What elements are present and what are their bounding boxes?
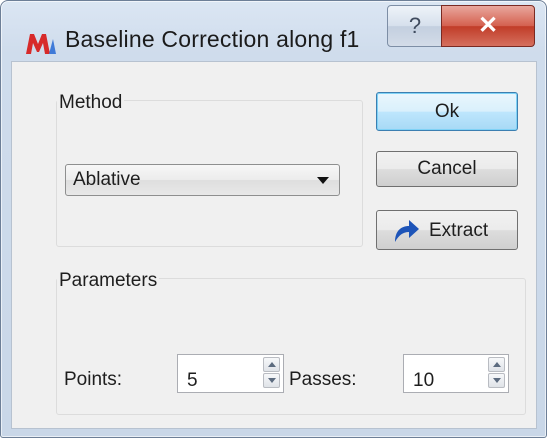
title-bar[interactable]: Baseline Correction along f1 ? ✕ — [1, 1, 546, 59]
points-decrement-button[interactable] — [263, 373, 280, 388]
dialog-body: Method Ablative Ok Cancel Extract Parame… — [11, 61, 537, 429]
spin-down-icon — [493, 378, 501, 383]
curved-arrow-icon — [395, 220, 419, 242]
method-dropdown-value: Ablative — [73, 169, 141, 190]
help-icon: ? — [408, 13, 422, 38]
parameters-group — [56, 278, 526, 415]
passes-decrement-button[interactable] — [488, 373, 505, 388]
ok-button-label: Ok — [434, 100, 460, 122]
help-button[interactable]: ? — [387, 5, 443, 47]
spin-up-icon — [268, 362, 276, 367]
method-dropdown[interactable]: Ablative — [65, 164, 340, 196]
cancel-button-label: Cancel — [417, 158, 477, 179]
window-title: Baseline Correction along f1 — [65, 26, 360, 52]
passes-increment-button[interactable] — [488, 357, 505, 372]
extract-button-label: Extract — [429, 220, 489, 241]
points-value: 5 — [187, 370, 198, 391]
method-group-title: Method — [57, 92, 125, 114]
passes-value: 10 — [413, 370, 435, 391]
spin-down-icon — [268, 378, 276, 383]
close-icon: ✕ — [477, 12, 499, 39]
spin-up-icon — [493, 362, 501, 367]
parameters-group-title: Parameters — [57, 270, 160, 292]
dialog-window: Baseline Correction along f1 ? ✕ Method … — [0, 0, 547, 438]
passes-spin-buttons — [488, 357, 506, 388]
points-spin-buttons — [263, 357, 281, 388]
close-button[interactable]: ✕ — [441, 5, 535, 47]
passes-label: Passes: — [289, 369, 357, 390]
cancel-button[interactable]: Cancel — [376, 151, 518, 187]
passes-stepper[interactable]: 10 — [403, 354, 509, 393]
extract-button[interactable]: Extract — [376, 210, 518, 250]
chevron-down-icon — [317, 177, 329, 184]
m-logo-icon — [26, 34, 56, 54]
points-increment-button[interactable] — [263, 357, 280, 372]
points-stepper[interactable]: 5 — [177, 354, 284, 393]
points-label: Points: — [64, 369, 123, 390]
ok-button[interactable]: Ok — [376, 92, 518, 131]
